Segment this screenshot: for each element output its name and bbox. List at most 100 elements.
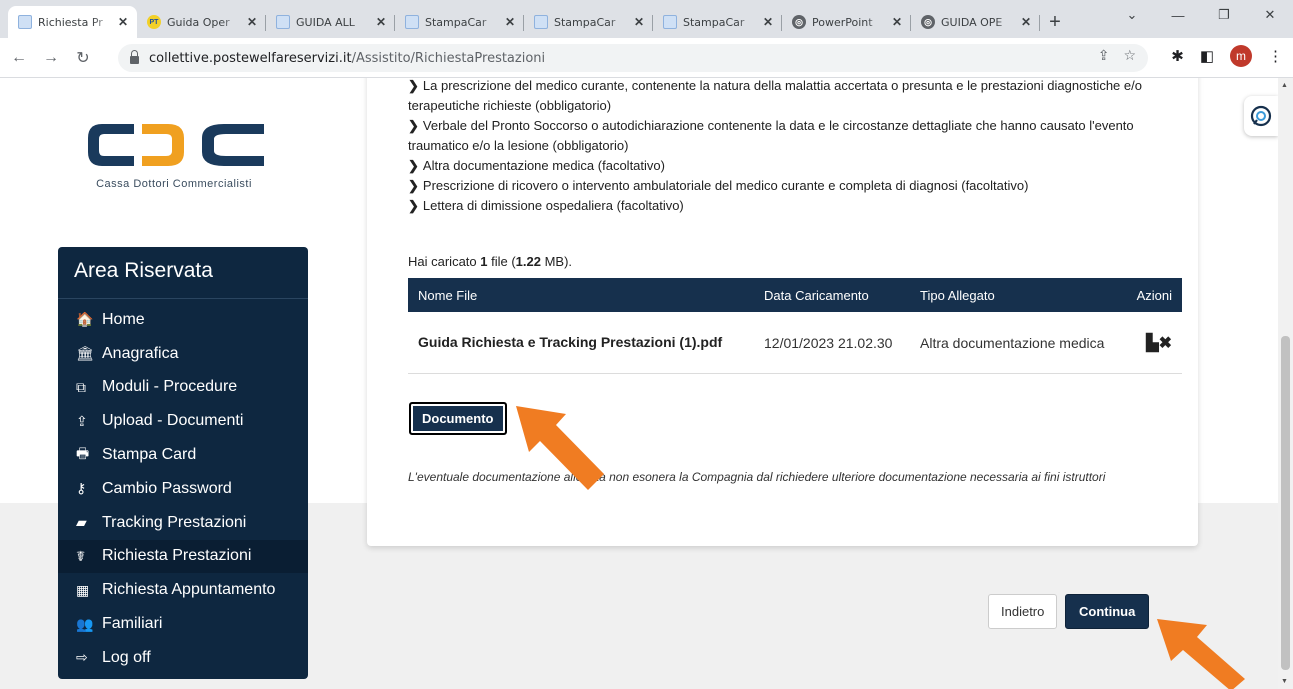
- sidebar-item-upload[interactable]: ⇪ Upload - Documenti: [58, 404, 308, 438]
- tab-guida-oper[interactable]: PT Guida Oper ✕: [137, 6, 266, 38]
- list-item: ❯ Prescrizione di ricovero o intervento a…: [408, 178, 1029, 193]
- window-controls: ⌄ — ❐ ✕: [1109, 0, 1293, 30]
- close-icon[interactable]: ✕: [760, 15, 776, 29]
- page-scrollbar[interactable]: ▲ ▼: [1278, 78, 1293, 689]
- chat-icon: [1250, 105, 1272, 127]
- column-header: Azioni: [1136, 287, 1172, 303]
- browser-toolbar: ← → ↻ collettive.postewelfareservizi.it /…: [0, 38, 1293, 78]
- profile-avatar[interactable]: m: [1230, 45, 1252, 67]
- chevron-right-icon: ❯: [408, 118, 419, 133]
- sidebar-item-cambio-password[interactable]: ⚷ Cambio Password: [58, 472, 308, 506]
- close-window-button[interactable]: ✕: [1247, 0, 1293, 30]
- tab-search-icon[interactable]: ⌄: [1109, 0, 1155, 30]
- side-panel-icon[interactable]: ◧: [1200, 47, 1214, 65]
- scroll-up-icon[interactable]: ▲: [1281, 82, 1288, 89]
- chat-widget-button[interactable]: [1244, 96, 1278, 136]
- logo-subtitle: Cassa Dottori Commercialisti: [96, 178, 252, 190]
- required-documents-list: ❯ La prescrizione del medico curante, con…: [408, 78, 1188, 216]
- column-header: Nome File: [418, 287, 478, 303]
- sidebar-item-label: Richiesta Prestazioni: [102, 547, 252, 565]
- print-icon: 🖶: [76, 445, 90, 462]
- close-icon[interactable]: ✕: [373, 15, 389, 29]
- close-icon[interactable]: ✕: [244, 15, 260, 29]
- tab-title: Richiesta Pr: [38, 15, 103, 29]
- logout-icon: ⇨: [76, 649, 88, 666]
- chevron-right-icon: ❯: [408, 178, 419, 193]
- doc-icon: [663, 15, 677, 29]
- annotation-arrow-icon: [516, 406, 604, 490]
- sidebar-menu: 🏠 Home 🏛 Anagrafica ⧉ Moduli - Procedure ⇪ U…: [58, 299, 308, 675]
- close-icon[interactable]: ✕: [1018, 15, 1034, 29]
- new-tab-button[interactable]: +: [1040, 6, 1070, 38]
- tab-strip: Richiesta Pr ✕ PT Guida Oper ✕ GUIDA ALL…: [0, 0, 1293, 38]
- upload-size: 1.22: [515, 254, 541, 269]
- sidebar-item-label: Moduli - Procedure: [102, 378, 238, 396]
- sidebar-item-label: Anagrafica: [102, 344, 179, 362]
- sidebar-item-tracking[interactable]: ▰ Tracking Prestazioni: [58, 506, 308, 540]
- tab-stampacard-3[interactable]: StampaCar ✕: [653, 6, 782, 38]
- minimize-button[interactable]: —: [1155, 0, 1201, 30]
- column-header: Data Caricamento: [764, 287, 869, 303]
- stethoscope-icon: ☤: [76, 547, 86, 564]
- sidebar-item-label: Log off: [102, 648, 151, 666]
- menu-kebab-icon[interactable]: ⋮: [1268, 47, 1283, 65]
- share-icon[interactable]: ⇪: [1098, 48, 1110, 64]
- documento-button[interactable]: Documento: [409, 402, 507, 435]
- file-name-cell: Guida Richiesta e Tracking Prestazioni (…: [418, 334, 723, 350]
- table-header: Nome File Data Caricamento Tipo Allegato…: [408, 278, 1182, 312]
- extensions-icon[interactable]: ✱: [1171, 47, 1184, 65]
- book-icon: ▰: [76, 514, 87, 531]
- close-icon[interactable]: ✕: [115, 15, 131, 29]
- tab-stampacard-1[interactable]: StampaCar ✕: [395, 6, 524, 38]
- tab-stampacard-2[interactable]: StampaCar ✕: [524, 6, 653, 38]
- sidebar-item-moduli[interactable]: ⧉ Moduli - Procedure: [58, 371, 308, 405]
- upload-icon: ⇪: [76, 412, 88, 429]
- pt-icon: PT: [147, 15, 161, 29]
- sidebar: Area Riservata 🏠 Home 🏛 Anagrafica ⧉ Moduli…: [58, 247, 308, 679]
- globe-icon: ◎: [921, 15, 935, 29]
- tab-guida-ope[interactable]: ◎ GUIDA OPE ✕: [911, 6, 1040, 38]
- url-host: collettive.postewelfareservizi.it: [149, 50, 352, 66]
- sidebar-item-label: Tracking Prestazioni: [102, 513, 247, 531]
- tab-title: GUIDA ALL: [296, 15, 355, 29]
- sidebar-item-appuntamento[interactable]: ▦ Richiesta Appuntamento: [58, 573, 308, 607]
- scrollbar-thumb[interactable]: [1281, 336, 1290, 670]
- tab-title: StampaCar: [425, 15, 487, 29]
- tab-guida-all[interactable]: GUIDA ALL ✕: [266, 6, 395, 38]
- list-item: ❯ Altra documentazione medica (facoltativ…: [408, 158, 665, 173]
- attachment-type-cell: Altra documentazione medica: [920, 334, 1105, 351]
- scroll-down-icon[interactable]: ▼: [1281, 678, 1288, 685]
- url-path: /Assistito/RichiestaPrestazioni: [351, 50, 546, 66]
- continue-button[interactable]: Continua: [1065, 594, 1150, 629]
- file-view-icon[interactable]: ▙: [1146, 335, 1158, 352]
- chevron-right-icon: ❯: [408, 158, 419, 173]
- close-icon[interactable]: ✕: [889, 15, 905, 29]
- address-bar[interactable]: collettive.postewelfareservizi.it/Assist…: [118, 44, 1148, 72]
- reload-icon[interactable]: ↻: [70, 45, 96, 71]
- forward-arrow-icon[interactable]: →: [38, 45, 64, 71]
- sidebar-item-home[interactable]: 🏠 Home: [58, 303, 308, 337]
- back-arrow-icon[interactable]: ←: [6, 45, 32, 71]
- close-icon[interactable]: ✕: [502, 15, 518, 29]
- calendar-icon: ▦: [76, 581, 90, 598]
- users-icon: 👥: [76, 615, 94, 632]
- restore-button[interactable]: ❐: [1201, 0, 1247, 30]
- sidebar-item-anagrafica[interactable]: 🏛 Anagrafica: [58, 337, 308, 371]
- doc-icon: [405, 15, 419, 29]
- bookmark-star-icon[interactable]: ☆: [1123, 48, 1136, 64]
- tab-powerpoint[interactable]: ◎ PowerPoint ✕: [782, 6, 911, 38]
- globe-icon: ◎: [792, 15, 806, 29]
- sidebar-item-richiesta-prestazioni[interactable]: ☤ Richiesta Prestazioni: [58, 539, 308, 574]
- request-card: ❯ La prescrizione del medico curante, con…: [367, 78, 1198, 546]
- chevron-right-icon: ❯: [408, 78, 419, 93]
- sidebar-item-familiari[interactable]: 👥 Familiari: [58, 607, 308, 641]
- key-icon: ⚷: [76, 480, 87, 497]
- sidebar-item-logoff[interactable]: ⇨ Log off: [58, 641, 308, 675]
- sidebar-item-stampa-card[interactable]: 🖶 Stampa Card: [58, 438, 308, 472]
- close-icon[interactable]: ✕: [631, 15, 647, 29]
- tab-title: StampaCar: [683, 15, 745, 29]
- tab-richiesta[interactable]: Richiesta Pr ✕: [8, 6, 137, 38]
- back-button[interactable]: Indietro: [988, 594, 1058, 629]
- delete-icon[interactable]: ✖: [1159, 335, 1172, 352]
- copy-icon: ⧉: [76, 378, 86, 395]
